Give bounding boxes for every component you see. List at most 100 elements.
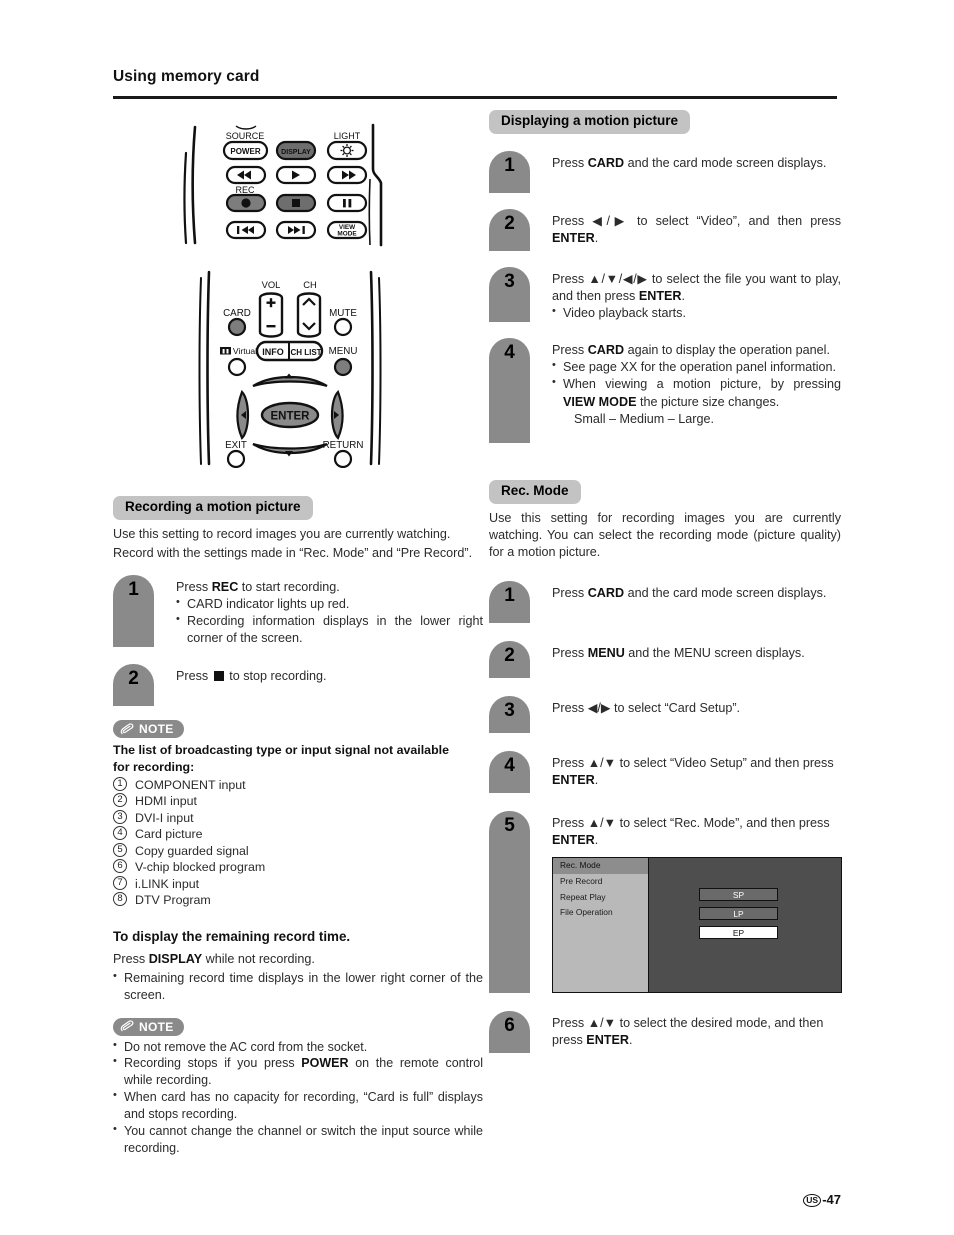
step-body: Press CARD and the card mode screen disp… [530, 151, 841, 193]
remote-button-virtual [227, 357, 247, 377]
osd-option-ep[interactable]: EP [699, 926, 778, 940]
step-text-post: . [681, 288, 686, 303]
bullet-text: Do not remove the AC cord from the socke… [124, 1039, 368, 1054]
step-text-pre: Press [552, 155, 588, 170]
page-number: -47 [822, 1192, 841, 1207]
circled-number: 7 [113, 875, 127, 890]
volume-down-button [266, 325, 276, 328]
bullet-item: Remaining record time displays in the lo… [113, 969, 483, 1004]
stop-square-icon [213, 671, 224, 682]
step-bullet-list: CARD indicator lights up red. Recording … [176, 595, 483, 647]
step-text: Press to stop recording. [176, 668, 483, 685]
remote-control-bottom-illustration: VOL CH CARD MUTE Virtual INFO CH LIST ME… [197, 268, 383, 473]
step-text-bold: CARD [587, 155, 625, 170]
bullet-item: Recording stops if you press POWER on th… [113, 1054, 483, 1089]
step-text: Press ▲/▼/◀/▶ to select the file you wan… [552, 271, 841, 305]
step-body: Press CARD and the card mode screen disp… [530, 581, 841, 623]
circled-number: 5 [113, 842, 127, 857]
step-text-post: . [594, 230, 599, 245]
circled-item-text: DVI-I input [135, 810, 194, 825]
step-text-post: . [628, 1033, 633, 1048]
remote-label-menu: MENU [329, 346, 358, 357]
step-text-bold: ENTER [552, 230, 595, 245]
step-text: Press ◀/▶ to select “Video”, and then pr… [552, 213, 841, 247]
bullet-item: When viewing a motion picture, by pressi… [552, 375, 841, 427]
step-number-badge: 4 [489, 751, 530, 794]
step-number-badge: 1 [489, 581, 530, 624]
step-item: 2 Press MENU and the MENU screen display… [489, 641, 841, 679]
step-item: 4 Press ▲/▼ to select “Video Setup” and … [489, 751, 841, 794]
note-circled-list: 1 COMPONENT input 2 HDMI input 3 DVI-I inpu… [113, 776, 483, 909]
step-text-pre: Press ▲/▼/◀/▶ to select the file you wan… [552, 271, 841, 303]
step-text: Press CARD and the card mode screen disp… [552, 155, 841, 172]
step-text-pre: Press ▲/▼ to select “Rec. Mode”, and the… [552, 816, 830, 831]
osd-menu-sidebar: Rec. Mode Pre Record Repeat Play File Op… [553, 858, 649, 993]
step-item: 3 Press ▲/▼/◀/▶ to select the file you w… [489, 266, 841, 323]
step-body: Press to stop recording. [154, 664, 483, 706]
step-text-pre: Press [552, 343, 588, 358]
circled-number: 8 [113, 892, 127, 907]
step-text-pre: Press [552, 646, 588, 661]
step-number-badge: 3 [489, 266, 530, 323]
step-text-post: and the card mode screen displays. [624, 155, 827, 170]
step-number-badge: 1 [489, 150, 530, 193]
osd-menu-item-repeat-play[interactable]: Repeat Play [553, 890, 648, 906]
step-text-bold: CARD [587, 343, 625, 358]
step-text-pre: Press [552, 586, 588, 601]
remote-button-info: INFO [262, 347, 284, 357]
step-text-post: and the MENU screen displays. [624, 646, 805, 661]
step-text: Press ◀/▶ to select “Card Setup”. [552, 700, 841, 717]
remote-control-top-illustration: SOURCE POWER DISPLAY LIGHT REC VIEW MODE [183, 123, 387, 252]
step-item: 5 Press ▲/▼ to select “Rec. Mode”, and t… [489, 811, 842, 994]
osd-menu-item-file-operation[interactable]: File Operation [553, 905, 648, 921]
circled-number: 3 [113, 809, 127, 824]
step-text: Press ▲/▼ to select the desired mode, an… [552, 1015, 841, 1049]
step-text: Press ▲/▼ to select “Rec. Mode”, and the… [552, 815, 842, 849]
step-item: 3 Press ◀/▶ to select “Card Setup”. [489, 696, 841, 734]
osd-menu-item-pre-record[interactable]: Pre Record [553, 874, 648, 890]
step-text: Press ▲/▼ to select “Video Setup” and th… [552, 755, 841, 789]
step-text: Press CARD and the card mode screen disp… [552, 585, 841, 602]
step-text-bold: REC [211, 579, 239, 594]
osd-menu-item-rec-mode[interactable]: Rec. Mode [553, 858, 648, 874]
circled-number: 2 [113, 793, 127, 808]
step-text-post: again to display the operation panel. [624, 343, 830, 358]
remote-button-power: POWER [230, 147, 260, 156]
recording-intro-line2: Record with the settings made in “Rec. M… [113, 545, 473, 560]
bullet-text-bold: POWER [301, 1056, 349, 1071]
circled-list-item: 7 i.LINK input [113, 875, 483, 893]
step-text-bold: ENTER [586, 1033, 629, 1048]
circled-item-text: COMPONENT input [135, 777, 246, 792]
circled-item-text: DTV Program [135, 893, 211, 908]
remote-button-card [227, 317, 247, 337]
bullet-text-pre: Recording stops if you press [124, 1056, 302, 1071]
circled-list-item: 8 DTV Program [113, 892, 483, 909]
remote-label-rec: REC [235, 185, 255, 195]
bullet-text-post: the picture size changes. [636, 394, 780, 409]
remote-label-vol: VOL [262, 279, 281, 290]
step-item: 4 Press CARD again to display the operat… [489, 338, 841, 444]
bullet-text-pre: When viewing a motion picture, by pressi… [563, 377, 841, 392]
step-bullet-list: Video playback starts. [552, 304, 841, 322]
note-two-bullets: Do not remove the AC cord from the socke… [113, 1038, 483, 1157]
step-number-badge: 3 [489, 696, 530, 734]
remaining-time-bold: DISPLAY [148, 951, 203, 966]
step-body: Press CARD again to display the operatio… [530, 338, 841, 443]
step-body: Press ▲/▼ to select “Video Setup” and th… [530, 751, 841, 793]
step-body: Press ▲/▼/◀/▶ to select the file you wan… [530, 267, 841, 322]
osd-option-sp[interactable]: SP [699, 888, 778, 902]
remote-label-virtual: Virtual [233, 346, 257, 356]
bullet-item: Do not remove the AC cord from the socke… [113, 1038, 483, 1056]
step-text-pre: Press ◀/▶ to select “Card Setup”. [552, 701, 741, 716]
remaining-time-instruction: Press DISPLAY while not recording. [113, 951, 483, 968]
step-body: Press ▲/▼ to select the desired mode, an… [530, 1011, 841, 1053]
step-item: 2 Press ◀/▶ to select “Video”, and then … [489, 208, 841, 251]
step-text-bold: MENU [587, 646, 625, 661]
step-item: 6 Press ▲/▼ to select the desired mode, … [489, 1011, 841, 1054]
step-number-badge: 4 [489, 338, 530, 444]
bullet-item: You cannot change the channel or switch … [113, 1122, 483, 1157]
page-header: Using memory card [113, 68, 837, 86]
note-title-line2: for recording: [113, 760, 195, 775]
osd-option-lp[interactable]: LP [699, 907, 778, 921]
circled-list-item: 6 V-chip blocked program [113, 859, 483, 876]
